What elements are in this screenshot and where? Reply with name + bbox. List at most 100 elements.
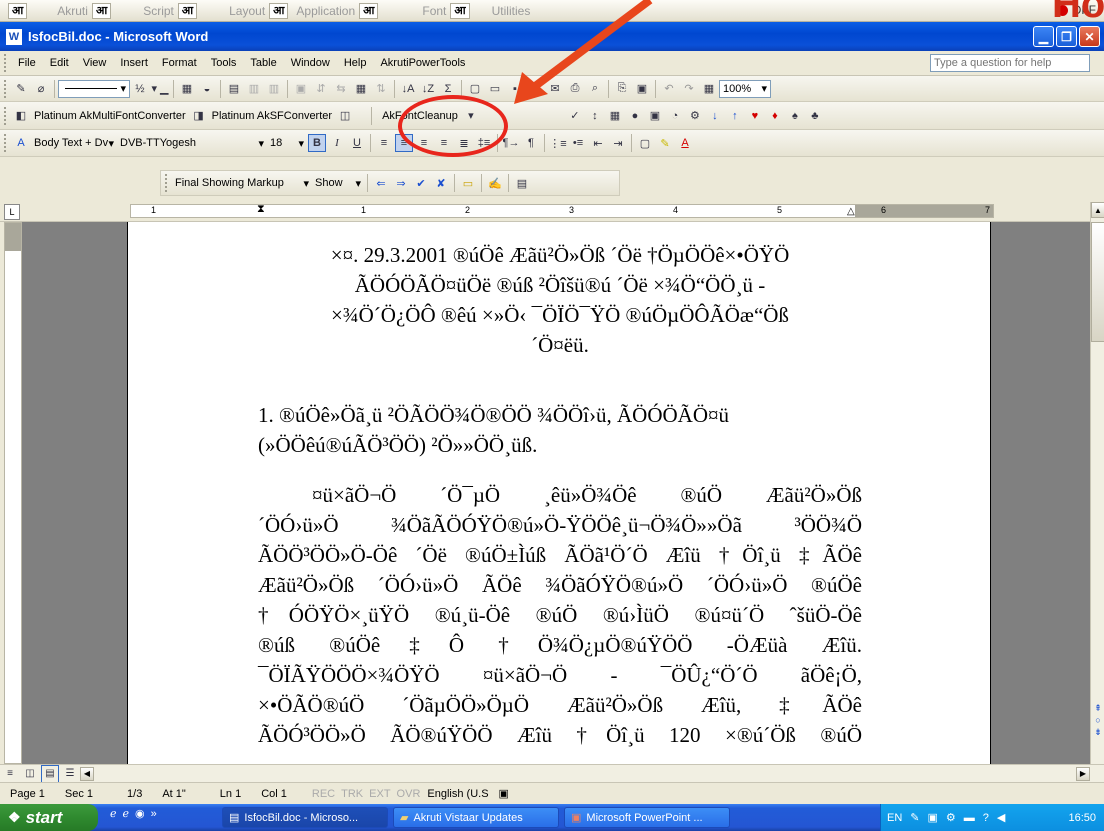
menu-edit[interactable]: Edit bbox=[43, 57, 76, 69]
task-powerpoint[interactable]: ▣ Microsoft PowerPoint ... bbox=[564, 807, 730, 828]
borders-icon[interactable]: ▦ bbox=[178, 80, 196, 98]
document-page[interactable]: ×¤. 29.3.2001 ®úÖê Æãü²Ö»Öß ´Öë †ÖµÖÖê×•… bbox=[127, 222, 991, 764]
menu-format[interactable]: Format bbox=[155, 57, 204, 69]
network-icon[interactable]: ▣ bbox=[928, 811, 938, 824]
document-area[interactable]: ×¤. 29.3.2001 ®úÖê Æãü²Ö»Öß ´Öë †ÖµÖÖê×•… bbox=[22, 222, 1090, 764]
browse-object-buttons[interactable]: ⇞ ○ ⇟ bbox=[1092, 702, 1104, 738]
akruti-menu-font[interactable]: Font आ bbox=[422, 2, 470, 19]
web-layout-icon[interactable]: ◫ bbox=[21, 765, 39, 783]
tools-icon[interactable]: ⚙ bbox=[686, 107, 704, 125]
vertical-ruler[interactable] bbox=[4, 222, 22, 764]
help-search-input[interactable] bbox=[930, 54, 1090, 72]
align-icon[interactable]: ▣ bbox=[292, 80, 310, 98]
spade-icon[interactable]: ♠ bbox=[786, 107, 804, 125]
start-button[interactable]: ❖ start bbox=[0, 804, 98, 831]
bullets-icon[interactable]: •≡ bbox=[569, 134, 587, 152]
chevron-right-icon[interactable]: » bbox=[151, 808, 157, 820]
club-icon[interactable]: ♣ bbox=[806, 107, 824, 125]
rtl-direction-icon[interactable]: ¶ bbox=[522, 134, 540, 152]
volume-icon[interactable]: ◀ bbox=[997, 811, 1005, 824]
accept-change-icon[interactable]: ✔ bbox=[412, 174, 430, 192]
show-dropdown[interactable]: Show ▾ bbox=[312, 174, 364, 192]
menu-insert[interactable]: Insert bbox=[113, 57, 155, 69]
font-size-dropdown[interactable]: 18 ▾ bbox=[267, 134, 307, 152]
status-ovr[interactable]: OVR bbox=[394, 788, 424, 800]
status-language[interactable]: English (U.S bbox=[423, 788, 492, 800]
scroll-left-button[interactable]: ◀ bbox=[80, 766, 94, 781]
tools-tray-icon[interactable]: ⚙ bbox=[946, 811, 956, 824]
highlight-icon[interactable]: ✎ bbox=[656, 134, 674, 152]
eraser-icon[interactable]: ⌀ bbox=[32, 80, 50, 98]
reject-change-icon[interactable]: ✘ bbox=[432, 174, 450, 192]
platinum-akmultifontconverter-button[interactable]: Platinum AkMultiFontConverter bbox=[31, 110, 189, 122]
spelling-status-icon[interactable]: ▣ bbox=[493, 787, 515, 800]
bold-button[interactable]: B bbox=[308, 134, 326, 152]
toolbar-grip[interactable] bbox=[4, 134, 7, 152]
print-layout-icon[interactable]: ▤ bbox=[41, 764, 59, 783]
pen-tray-icon[interactable]: ✎ bbox=[910, 811, 919, 824]
insert-table-icon[interactable]: ▤ bbox=[225, 80, 243, 98]
minimize-button[interactable]: ▁ bbox=[1033, 26, 1054, 47]
styles-icon[interactable]: A bbox=[12, 134, 30, 152]
help-tray-icon[interactable]: ? bbox=[983, 812, 989, 824]
restore-button[interactable]: ❐ bbox=[1056, 26, 1077, 47]
menu-tools[interactable]: Tools bbox=[204, 57, 244, 69]
line-weight-dropdown[interactable]: ½ bbox=[131, 80, 149, 98]
track-changes-icon[interactable]: ✍ bbox=[486, 174, 504, 192]
akruti-item-aa[interactable]: आ bbox=[8, 2, 28, 19]
scroll-thumb[interactable] bbox=[1091, 222, 1104, 342]
up-arrow-icon[interactable]: ↑ bbox=[726, 107, 744, 125]
previous-change-icon[interactable]: ⇐ bbox=[372, 174, 390, 192]
akruti-menu-akruti[interactable]: Akruti आ bbox=[57, 2, 112, 19]
undo-icon[interactable]: ↶ bbox=[660, 80, 678, 98]
redo-icon[interactable]: ↷ bbox=[680, 80, 698, 98]
markup-display-dropdown[interactable]: Final Showing Markup ▾ bbox=[172, 174, 312, 192]
menu-window[interactable]: Window bbox=[284, 57, 337, 69]
pen-icon[interactable]: ✎ bbox=[12, 80, 30, 98]
menu-akrutipowertools[interactable]: AkrutiPowerTools bbox=[373, 57, 472, 69]
font-dropdown[interactable]: DVB-TTYogesh ▾ bbox=[117, 134, 267, 152]
right-indent-marker[interactable]: △ bbox=[847, 206, 855, 217]
browser-icon[interactable]: ◉ bbox=[135, 807, 145, 820]
language-indicator[interactable]: EN bbox=[887, 812, 902, 824]
sort-descending-icon[interactable]: ↓Z bbox=[419, 80, 437, 98]
distribute-rows-icon[interactable]: ⇵ bbox=[312, 80, 330, 98]
line-style-dropdown[interactable]: ▾ bbox=[58, 79, 130, 98]
vertical-scrollbar[interactable]: ▲ ⇞ ○ ⇟ bbox=[1090, 202, 1104, 764]
down-arrow-icon[interactable]: ↓ bbox=[706, 107, 724, 125]
outline-view-icon[interactable]: ☰ bbox=[61, 765, 79, 783]
close-button[interactable]: ✕ bbox=[1079, 26, 1100, 47]
platinum-aksfconverter-button[interactable]: Platinum AkSFConverter bbox=[209, 110, 335, 122]
align-left-icon[interactable]: ≡ bbox=[375, 134, 393, 152]
split-cells-icon[interactable]: ▥ bbox=[265, 80, 283, 98]
akruti-menu-script[interactable]: Script आ bbox=[143, 2, 198, 19]
next-change-icon[interactable]: ⇒ bbox=[392, 174, 410, 192]
document-map-icon[interactable]: ▦ bbox=[700, 80, 718, 98]
task-word[interactable]: ▤ IsfocBil.doc - Microso... bbox=[222, 807, 388, 828]
tab-selector-button[interactable]: L bbox=[4, 204, 20, 220]
indent-marker[interactable]: ⧗ bbox=[257, 203, 265, 216]
sort-ascending-icon[interactable]: ↓A bbox=[399, 80, 417, 98]
ie-icon[interactable]: ℯ bbox=[110, 807, 117, 820]
toolbar-grip[interactable] bbox=[165, 174, 168, 192]
font-color-icon[interactable]: A bbox=[676, 134, 694, 152]
border-color-icon[interactable]: ▾ ▁ bbox=[151, 80, 169, 98]
akruti-menu-application[interactable]: Application आ bbox=[296, 2, 379, 19]
new-comment-icon[interactable]: ▭ bbox=[459, 174, 477, 192]
italic-button[interactable]: I bbox=[328, 134, 346, 152]
task-akruti-updates[interactable]: ▰ Akruti Vistaar Updates bbox=[393, 807, 559, 828]
style-dropdown[interactable]: Body Text + Dv ▾ bbox=[31, 134, 117, 152]
drawing-icon[interactable]: ◔ bbox=[666, 107, 684, 125]
table-autoformat-icon[interactable]: ▦ bbox=[352, 80, 370, 98]
keyboard-icon[interactable]: ▬ bbox=[964, 812, 975, 824]
distribute-columns-icon[interactable]: ⇆ bbox=[332, 80, 350, 98]
status-trk[interactable]: TRK bbox=[338, 788, 366, 800]
menu-table[interactable]: Table bbox=[243, 57, 283, 69]
merge-cells-icon[interactable]: ▥ bbox=[245, 80, 263, 98]
diamond-icon[interactable]: ♦ bbox=[766, 107, 784, 125]
ie-icon[interactable]: ℯ bbox=[123, 807, 130, 820]
status-rec[interactable]: REC bbox=[309, 788, 338, 800]
scroll-up-button[interactable]: ▲ bbox=[1091, 202, 1104, 218]
shading-color-icon[interactable]: ◒ bbox=[198, 80, 216, 98]
converter-menu-icon[interactable]: ◫ bbox=[336, 107, 354, 125]
